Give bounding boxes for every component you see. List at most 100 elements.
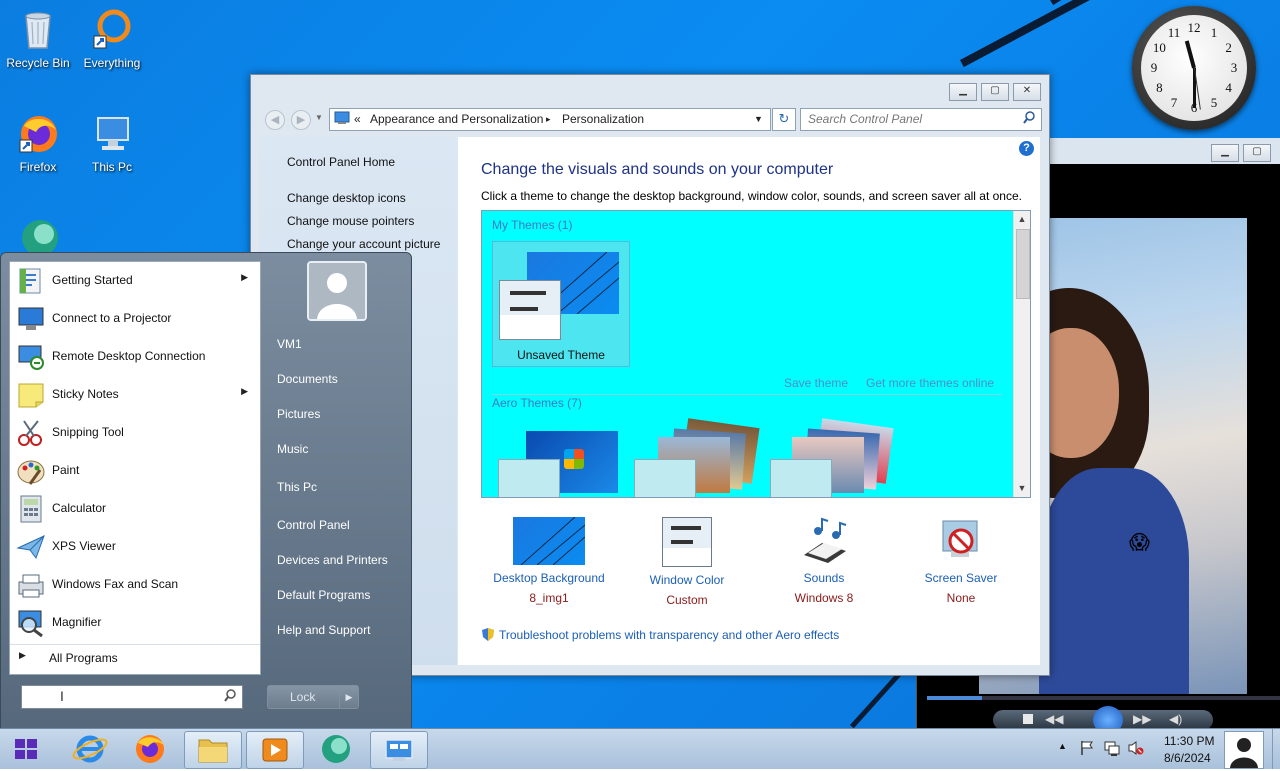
start-right-music[interactable]: Music [277,442,308,456]
start-right-vm1[interactable]: VM1 [277,337,302,351]
desktop-background-label: Desktop Background [493,571,605,585]
desktop-background-setting[interactable]: Desktop Background 8_img1 [489,516,609,605]
start-item-remote-desktop-connection[interactable]: Remote Desktop Connection [10,338,260,376]
unsaved-theme-tile[interactable]: Unsaved Theme [492,241,630,367]
start-right-control-panel[interactable]: Control Panel [277,518,350,532]
change-mouse-pointers-link[interactable]: Change mouse pointers [287,214,414,228]
get-more-themes-link[interactable]: Get more themes online [866,376,994,390]
taskbar-media-player[interactable] [246,731,304,769]
window-color-setting[interactable]: Window Color Custom [627,517,747,607]
start-right-this-pc[interactable]: This Pc [277,480,317,494]
start-item-getting-started[interactable]: Getting Started ▶ [10,262,260,300]
desktop-icon-recycle-bin[interactable]: Recycle Bin [0,8,76,70]
show-desktop-button[interactable] [1272,729,1280,769]
fax-scanner-icon [16,570,46,600]
submenu-arrow-icon[interactable]: ▶ [241,386,248,397]
start-button[interactable] [2,731,52,767]
close-button[interactable]: ✕ [1013,83,1041,101]
start-right-pictures[interactable]: Pictures [277,407,320,421]
previous-icon[interactable]: ◀◀ [1045,712,1063,726]
start-right-devices-and-printers[interactable]: Devices and Printers [277,553,388,567]
troubleshoot-link[interactable]: Troubleshoot problems with transparency … [481,627,839,645]
video-maximize-button[interactable]: ▢ [1243,144,1271,162]
forward-button[interactable]: ▶ [291,110,311,130]
stop-icon[interactable] [1023,714,1033,724]
submenu-arrow-icon[interactable]: ▶ [241,272,248,283]
breadcrumb-personalization[interactable]: Personalization [562,112,644,126]
aero-theme-windows[interactable] [496,429,620,497]
volume-icon[interactable]: ◀) [1169,712,1182,726]
search-input[interactable]: Search Control Panel [800,108,1042,131]
start-item-label: Snipping Tool [52,425,124,439]
start-item-paint[interactable]: Paint [10,452,260,490]
refresh-button[interactable]: ↻ [772,108,796,131]
taskbar-file-explorer[interactable] [184,731,242,769]
change-account-picture-link[interactable]: Change your account picture [287,237,440,251]
control-panel-home-link[interactable]: Control Panel Home [287,155,395,169]
address-dropdown-icon[interactable]: ▼ [754,114,763,124]
start-item-windows-fax-and-scan[interactable]: Windows Fax and Scan [10,566,260,604]
aero-theme-characters[interactable] [768,418,894,497]
help-icon[interactable]: ? [1019,141,1034,156]
search-icon[interactable] [1023,111,1035,127]
taskbar-user-avatar[interactable] [1224,731,1264,769]
volume-muted-icon[interactable] [1128,740,1144,759]
calculator-icon [16,494,46,524]
show-hidden-icons-arrow[interactable]: ▲ [1058,741,1067,751]
start-item-magnifier[interactable]: Magnifier [10,604,260,642]
desktop-icon-everything[interactable]: Everything [74,8,150,70]
clock-gadget[interactable]: 121234567891011 [1132,6,1256,130]
unsaved-theme-label: Unsaved Theme [517,348,605,362]
start-item-label: Windows Fax and Scan [52,577,179,591]
back-button[interactable]: ◀ [265,110,285,130]
video-minimize-button[interactable]: ▁ [1211,144,1239,162]
start-item-connect-to-projector[interactable]: Connect to a Projector [10,300,260,338]
network-icon[interactable] [1104,740,1120,759]
action-center-flag-icon[interactable] [1080,740,1094,759]
desktop-icon-this-pc[interactable]: This Pc [74,112,150,174]
breadcrumb-separator[interactable]: ▸ [546,114,551,125]
minimize-button[interactable]: ▁ [949,83,977,101]
firefox-icon [136,735,164,763]
breadcrumb-appearance[interactable]: Appearance and Personalization [370,112,543,126]
taskbar-internet-explorer[interactable] [62,731,118,767]
screen-saver-setting[interactable]: Screen Saver None [901,517,1021,605]
scroll-down-icon[interactable]: ▼ [1014,483,1030,493]
user-avatar[interactable] [307,261,367,321]
start-right-default-programs[interactable]: Default Programs [277,588,370,602]
start-right-documents[interactable]: Documents [277,372,338,386]
start-search-icon[interactable] [224,689,236,705]
all-programs-arrow-icon: ▶ [19,650,26,660]
recent-pages-dropdown[interactable]: ▼ [315,113,323,122]
start-right-help-and-support[interactable]: Help and Support [277,623,370,637]
lock-label: Lock [290,690,316,704]
taskbar-date[interactable]: 8/6/2024 [1164,751,1211,765]
start-item-xps-viewer[interactable]: XPS Viewer [10,528,260,566]
maximize-button[interactable]: ▢ [981,83,1009,101]
video-seek-bar[interactable] [927,696,1280,700]
start-item-sticky-notes[interactable]: Sticky Notes ▶ [10,376,260,414]
sounds-setting[interactable]: Sounds Windows 8 [764,517,884,605]
address-bar[interactable]: « Appearance and Personalization ▸ Perso… [329,108,771,131]
taskbar: ▲ 11:30 PM 8/6/2024 [0,728,1280,769]
scroll-thumb[interactable] [1016,229,1030,299]
all-programs-button[interactable]: ▶ All Programs [9,643,259,673]
lock-button[interactable]: Lock ▶ [267,685,359,709]
taskbar-control-panel[interactable] [370,731,428,769]
taskbar-time[interactable]: 11:30 PM [1164,734,1214,748]
change-desktop-icons-link[interactable]: Change desktop icons [287,191,406,205]
start-item-label: Magnifier [52,615,102,629]
desktop-icon-firefox[interactable]: Firefox [0,112,76,174]
next-icon[interactable]: ▶▶ [1133,712,1151,726]
save-theme-link[interactable]: Save theme [784,376,848,390]
taskbar-firefox[interactable] [122,731,178,767]
aero-theme-architecture[interactable] [632,418,760,497]
taskbar-app[interactable] [308,731,364,767]
lock-options-arrow-icon[interactable]: ▶ [339,686,358,708]
theme-list-scrollbar[interactable]: ▲ ▼ [1013,211,1030,497]
sticky-notes-icon [16,380,46,410]
start-item-calculator[interactable]: Calculator [10,490,260,528]
start-item-snipping-tool[interactable]: Snipping Tool [10,414,260,452]
start-search-input[interactable]: I [21,685,243,709]
scroll-up-icon[interactable]: ▲ [1014,214,1030,224]
